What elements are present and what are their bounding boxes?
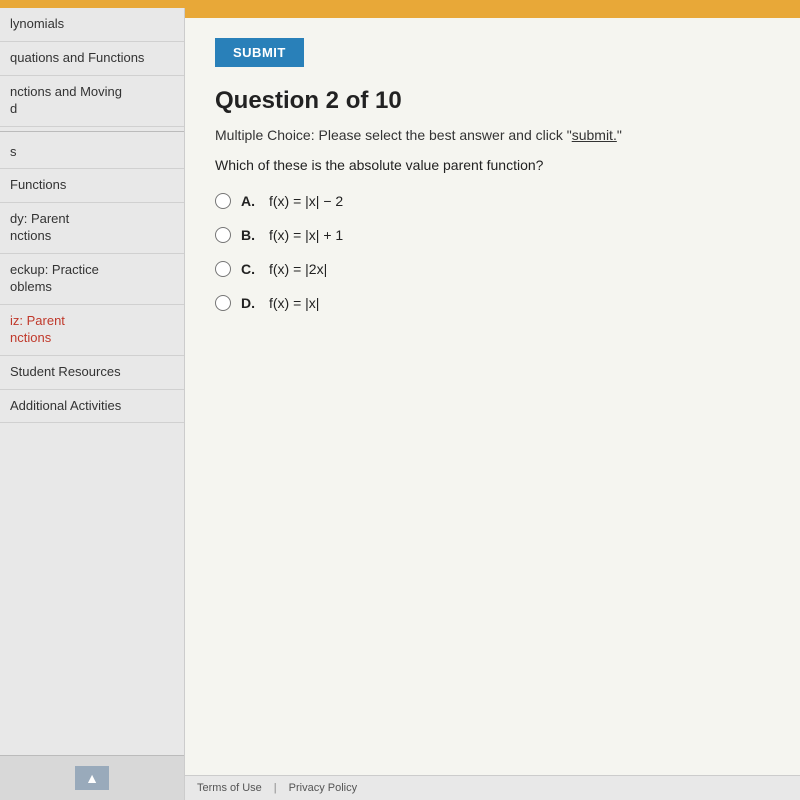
sidebar: lynomials quations and Functions nctions… [0, 8, 185, 800]
sidebar-item-functions[interactable]: Functions [0, 169, 184, 203]
sidebar-item-label: quations and Functions [10, 50, 144, 65]
question-title: Question 2 of 10 [215, 87, 770, 115]
sidebar-item-polynomials[interactable]: lynomials [0, 8, 184, 42]
sidebar-item-label: s [10, 144, 17, 159]
content-orange-bar [185, 8, 800, 18]
answer-formula-d: f(x) = |x| [269, 295, 319, 311]
answer-option-a[interactable]: A. f(x) = |x| − 2 [215, 193, 770, 209]
sidebar-item-additional-activities[interactable]: Additional Activities [0, 390, 184, 424]
sidebar-divider-1 [0, 131, 184, 132]
answer-label-b: B. [241, 227, 255, 243]
footer-privacy-link[interactable]: Privacy Policy [289, 782, 357, 794]
sidebar-item-s[interactable]: s [0, 136, 184, 170]
sidebar-item-equations-functions[interactable]: quations and Functions [0, 42, 184, 76]
sidebar-scroll-button[interactable]: ▲ [75, 766, 109, 790]
footer-divider: | [274, 782, 277, 794]
instruction-text: Multiple Choice: Please select the best … [215, 127, 622, 143]
answer-formula-a: f(x) = |x| − 2 [269, 193, 343, 209]
sidebar-item-label: dy: Parentnctions [10, 211, 69, 243]
answer-label-a: A. [241, 193, 255, 209]
main-container: lynomials quations and Functions nctions… [0, 8, 800, 800]
content-inner: SUBMIT Question 2 of 10 Multiple Choice:… [185, 18, 800, 775]
question-text: Which of these is the absolute value par… [215, 157, 770, 173]
top-accent-bar [0, 0, 800, 8]
submit-button[interactable]: SUBMIT [215, 38, 304, 67]
sidebar-bottom: ▲ [0, 755, 184, 800]
sidebar-item-student-resources[interactable]: Student Resources [0, 356, 184, 390]
sidebar-item-label: Functions [10, 177, 66, 192]
sidebar-item-study-parent[interactable]: dy: Parentnctions [0, 203, 184, 254]
content-area: SUBMIT Question 2 of 10 Multiple Choice:… [185, 8, 800, 800]
answer-label-c: C. [241, 261, 255, 277]
sidebar-item-label: eckup: Practiceoblems [10, 262, 99, 294]
radio-c[interactable] [215, 261, 231, 277]
sidebar-item-label: nctions and Movingd [10, 84, 122, 116]
sidebar-item-label: Additional Activities [10, 398, 121, 413]
answer-options: A. f(x) = |x| − 2 B. f(x) = |x| + 1 C. f… [215, 193, 770, 311]
question-instruction: Multiple Choice: Please select the best … [215, 127, 770, 143]
answer-option-c[interactable]: C. f(x) = |2x| [215, 261, 770, 277]
sidebar-item-label: lynomials [10, 16, 64, 31]
answer-option-d[interactable]: D. f(x) = |x| [215, 295, 770, 311]
answer-label-d: D. [241, 295, 255, 311]
sidebar-item-label: iz: Parentnctions [10, 313, 65, 345]
footer-bar: Terms of Use | Privacy Policy [185, 775, 800, 800]
answer-option-b[interactable]: B. f(x) = |x| + 1 [215, 227, 770, 243]
answer-formula-b: f(x) = |x| + 1 [269, 227, 343, 243]
radio-b[interactable] [215, 227, 231, 243]
sidebar-item-checkup-practice[interactable]: eckup: Practiceoblems [0, 254, 184, 305]
sidebar-item-label: Student Resources [10, 364, 121, 379]
footer-terms-link[interactable]: Terms of Use [197, 782, 262, 794]
sidebar-item-functions-moving[interactable]: nctions and Movingd [0, 76, 184, 127]
radio-d[interactable] [215, 295, 231, 311]
answer-formula-c: f(x) = |2x| [269, 261, 327, 277]
radio-a[interactable] [215, 193, 231, 209]
sidebar-item-quiz-parent[interactable]: iz: Parentnctions [0, 305, 184, 356]
